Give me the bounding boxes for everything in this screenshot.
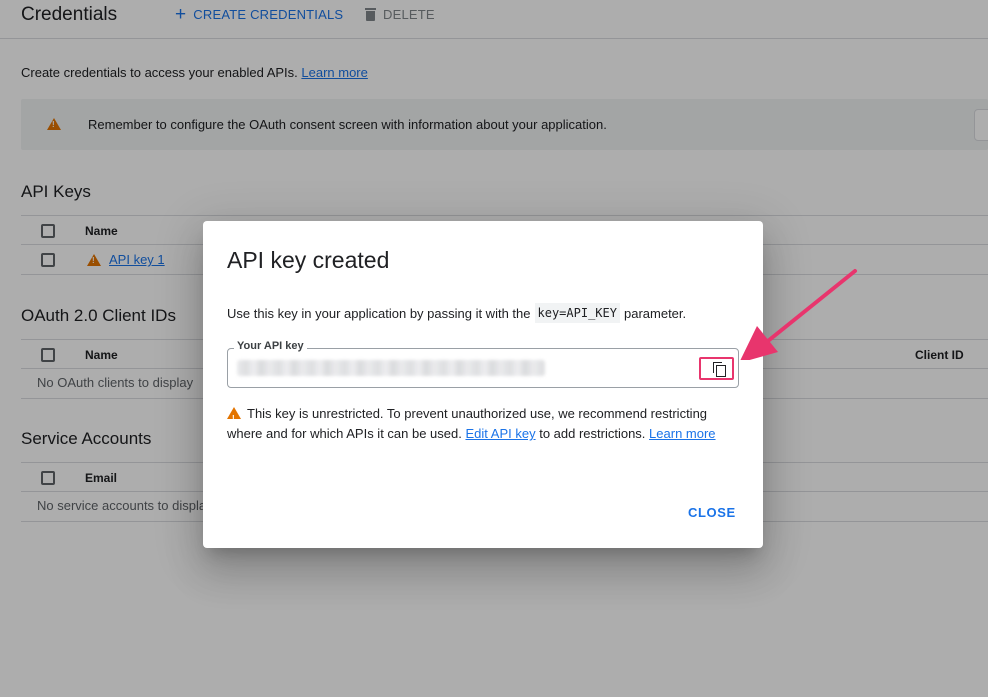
- warning-suffix: to add restrictions.: [539, 426, 646, 441]
- copy-button[interactable]: [699, 357, 734, 380]
- arrow-annotation: [740, 269, 857, 360]
- field-label: Your API key: [234, 340, 307, 352]
- api-key-field[interactable]: Your API key: [227, 340, 739, 388]
- code-snippet: key=API_KEY: [534, 303, 620, 323]
- dialog-title: API key created: [227, 247, 390, 273]
- warning-icon: [227, 407, 241, 429]
- unrestricted-warning: This key is unrestricted. To prevent una…: [227, 404, 727, 444]
- description-suffix: parameter.: [623, 305, 687, 321]
- learn-more-link[interactable]: Learn more: [649, 426, 715, 441]
- edit-api-key-link[interactable]: Edit API key: [465, 426, 535, 441]
- api-key-created-dialog: API key created Use this key in your app…: [203, 221, 763, 548]
- dialog-description: Use this key in your application by pass…: [227, 303, 686, 323]
- api-key-value-redacted[interactable]: [237, 360, 545, 376]
- copy-icon: [713, 362, 726, 377]
- close-button[interactable]: CLOSE: [688, 505, 736, 520]
- description-text: Use this key in your application by pass…: [227, 305, 531, 321]
